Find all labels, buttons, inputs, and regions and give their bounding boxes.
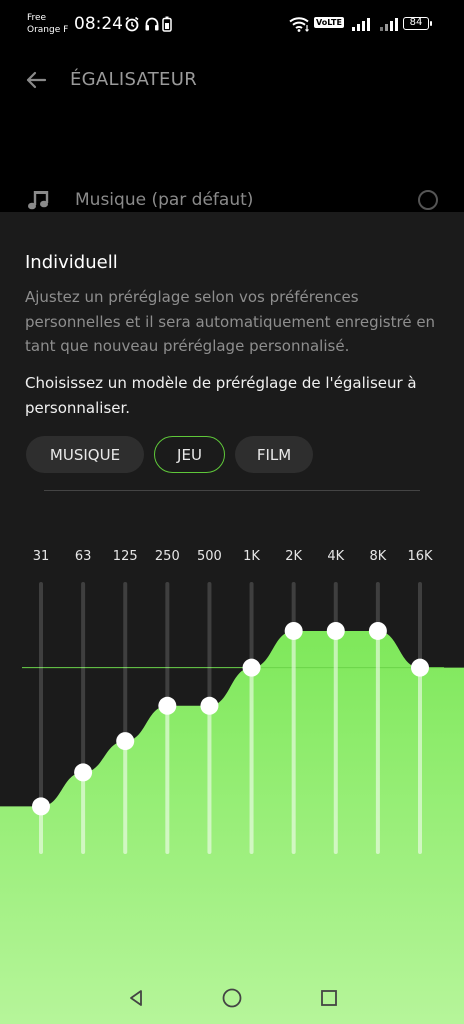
band-label: 4K — [327, 549, 344, 564]
custom-preset-sheet: Individuell Ajustez un préréglage selon … — [0, 212, 464, 1024]
band-knob-16K[interactable] — [411, 658, 429, 677]
back-triangle-icon — [130, 990, 142, 1006]
band-slider-fill — [333, 630, 338, 854]
carrier-name-2: Orange F — [27, 25, 69, 35]
battery-tip — [430, 21, 432, 26]
band-label: 500 — [197, 549, 222, 564]
band-label: 2K — [285, 549, 302, 564]
equalizer-fill — [0, 630, 464, 1024]
page-title: ÉGALISATEUR — [70, 69, 197, 90]
band-slider-fill — [375, 630, 380, 854]
status-bar: Free Orange F 08:24 VoLTE 84 — [0, 0, 464, 44]
volte-badge: VoLTE — [314, 17, 344, 28]
band-label: 63 — [75, 549, 92, 564]
clock: 08:24 — [74, 14, 123, 34]
band-slider-fill — [123, 741, 128, 854]
preset-label: Musique (par défaut) — [75, 190, 254, 210]
preset-radio[interactable] — [418, 190, 438, 210]
system-nav-bar — [0, 972, 464, 1024]
equalizer-graph[interactable]: 31 63 125 250 500 1K 2K 4K 8K 16K — [0, 212, 464, 1024]
band-knob-500[interactable] — [200, 696, 219, 715]
band-label: 125 — [113, 549, 138, 564]
band-label: 250 — [155, 549, 180, 564]
back-button[interactable] — [20, 64, 52, 96]
nav-recents-button[interactable] — [315, 984, 343, 1012]
music-note-icon — [28, 191, 49, 210]
carrier-name-1: Free — [27, 13, 47, 23]
battery-saver-icon — [162, 16, 172, 32]
band-slider-fill — [165, 705, 170, 854]
back-arrow-icon — [26, 71, 47, 89]
equalizer-curve — [0, 630, 464, 1024]
band-knob-125[interactable] — [116, 732, 135, 751]
band-label: 1K — [243, 549, 260, 564]
band-label: 16K — [407, 549, 433, 564]
band-slider-fill — [249, 667, 254, 854]
wifi-icon — [289, 17, 309, 32]
band-slider-fill — [291, 630, 296, 854]
band-knob-2K[interactable] — [284, 621, 303, 640]
band-knob-4K[interactable] — [326, 621, 345, 640]
app-bar: ÉGALISATEUR — [0, 52, 464, 110]
home-circle-icon — [222, 988, 242, 1008]
alarm-icon — [125, 16, 139, 32]
band-label: 8K — [369, 549, 386, 564]
band-slider-fill — [418, 667, 422, 854]
recents-square-icon — [321, 990, 337, 1006]
band-knob-1K[interactable] — [242, 658, 261, 677]
battery-level: 84 — [403, 17, 429, 30]
signal-strength-icon — [352, 18, 370, 31]
band-knob-8K[interactable] — [368, 621, 387, 640]
signal-strength-icon — [380, 18, 398, 31]
band-knob-63[interactable] — [74, 763, 93, 782]
nav-back-button[interactable] — [122, 984, 150, 1012]
band-slider-fill — [81, 772, 86, 854]
band-knob-250[interactable] — [158, 696, 177, 715]
band-knob-31[interactable] — [32, 797, 50, 816]
band-slider-fill — [207, 705, 212, 854]
nav-home-button[interactable] — [218, 984, 246, 1012]
headphones-icon — [145, 17, 159, 31]
band-label: 31 — [33, 549, 50, 564]
